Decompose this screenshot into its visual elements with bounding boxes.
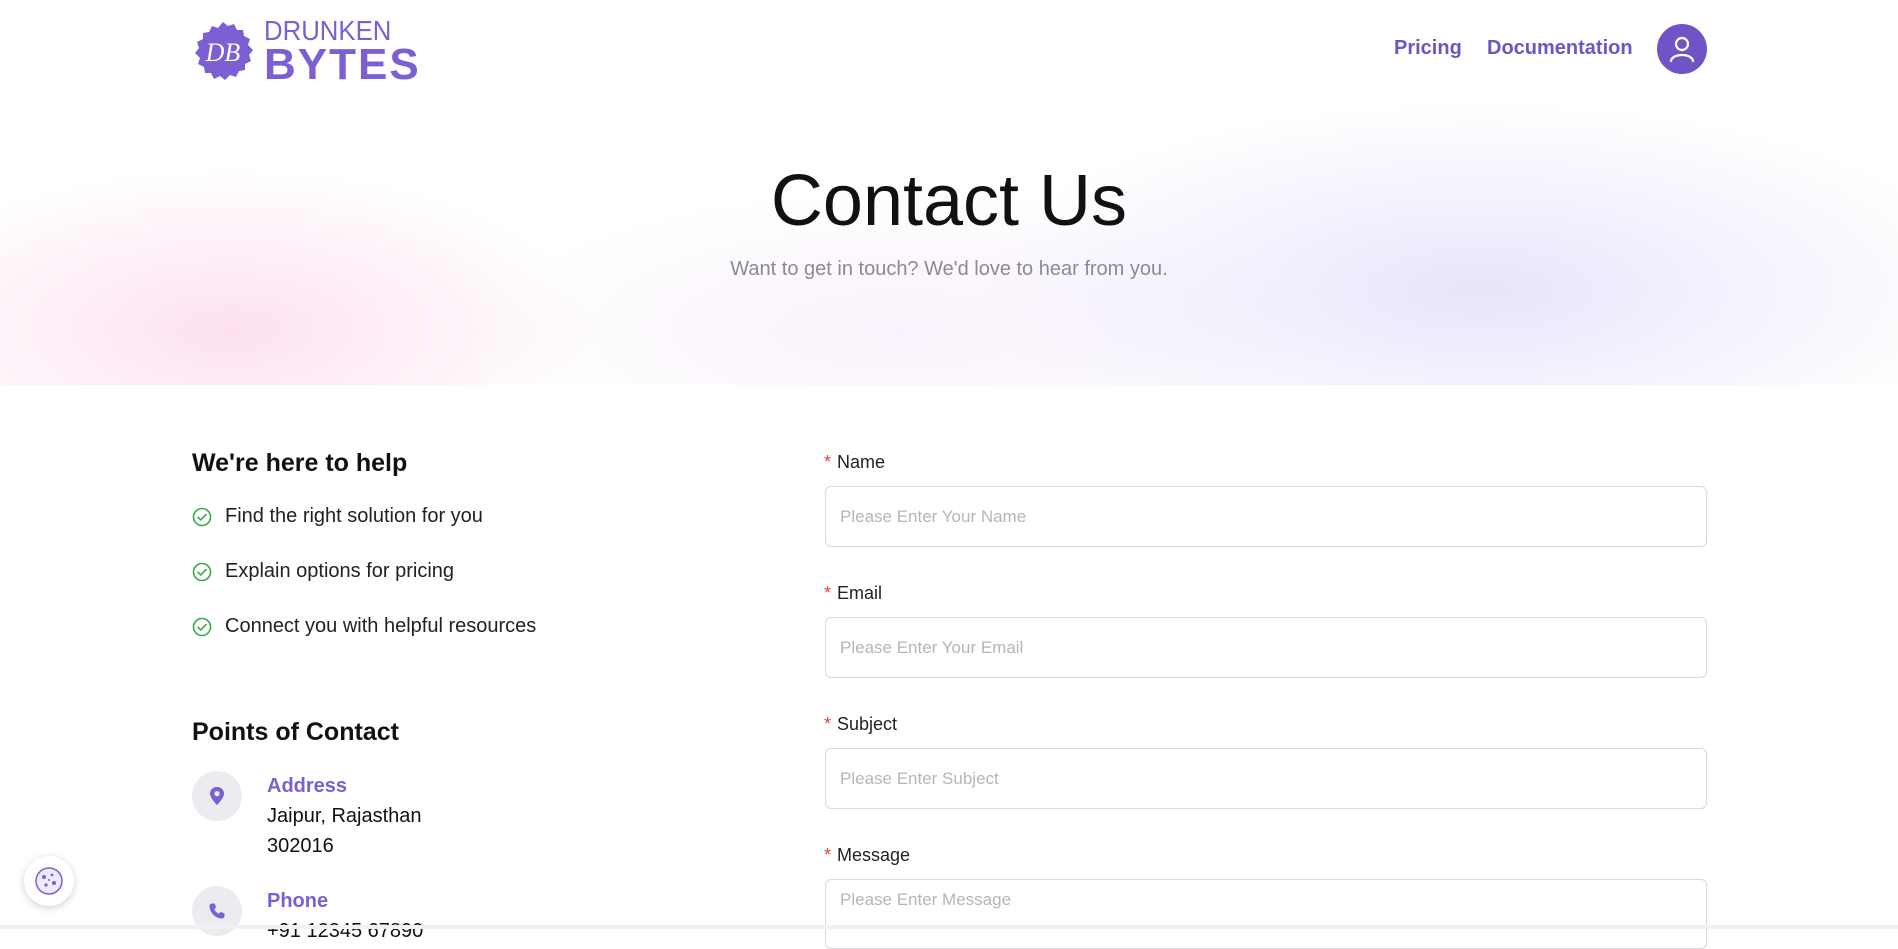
help-item: Explain options for pricing <box>192 560 454 583</box>
email-input[interactable] <box>825 617 1707 678</box>
cookie-icon <box>35 867 63 895</box>
help-item: Find the right solution for you <box>192 505 483 528</box>
user-avatar-button[interactable] <box>1657 24 1707 74</box>
logo-monogram: DB <box>205 38 241 67</box>
check-circle-icon <box>192 562 212 581</box>
check-circle-icon <box>192 507 212 526</box>
map-pin-icon <box>210 787 224 805</box>
address-icon-badge <box>192 771 242 821</box>
phone-value[interactable]: +91 12345 67890 <box>267 920 423 943</box>
help-item-text: Connect you with helpful resources <box>225 615 537 637</box>
required-marker: * <box>824 714 832 734</box>
nav-pricing-link[interactable]: Pricing <box>1394 37 1462 60</box>
cookie-settings-button[interactable] <box>24 856 74 906</box>
user-icon <box>1669 36 1695 63</box>
check-circle-icon <box>192 617 212 636</box>
brand-line-1: DRUNKEN <box>264 15 392 46</box>
required-marker: * <box>824 452 832 472</box>
phone-icon <box>209 903 225 919</box>
address-line-1: Jaipur, Rajasthan <box>267 805 422 827</box>
page-title: Contact Us <box>770 161 1128 241</box>
nav-documentation-link[interactable]: Documentation <box>1487 37 1633 60</box>
brand-line-2: BYTES <box>264 40 421 89</box>
subject-input[interactable] <box>825 748 1707 809</box>
help-heading: We're here to help <box>192 449 408 477</box>
name-input[interactable] <box>825 486 1707 547</box>
help-item-text: Explain options for pricing <box>225 560 455 582</box>
required-marker: * <box>824 583 832 603</box>
brand-logo[interactable]: DB DRUNKEN BYTES <box>192 17 421 87</box>
message-label: * Message <box>824 845 911 865</box>
page-subtitle: Want to get in touch? We'd love to hear … <box>730 258 1168 280</box>
points-of-contact-heading: Points of Contact <box>192 718 399 746</box>
subject-label: * Subject <box>824 714 898 734</box>
address-line-2: 302016 <box>267 835 334 857</box>
required-marker: * <box>824 845 832 865</box>
help-item: Connect you with helpful resources <box>192 615 536 638</box>
address-label: Address <box>267 775 348 797</box>
name-label: * Name <box>824 452 886 472</box>
help-item-text: Find the right solution for you <box>225 505 483 527</box>
message-textarea[interactable] <box>825 879 1707 949</box>
page-bottom-divider <box>0 925 1898 929</box>
email-label: * Email <box>824 583 883 603</box>
logo-badge-icon: DB <box>195 22 253 80</box>
phone-label: Phone <box>267 890 329 912</box>
